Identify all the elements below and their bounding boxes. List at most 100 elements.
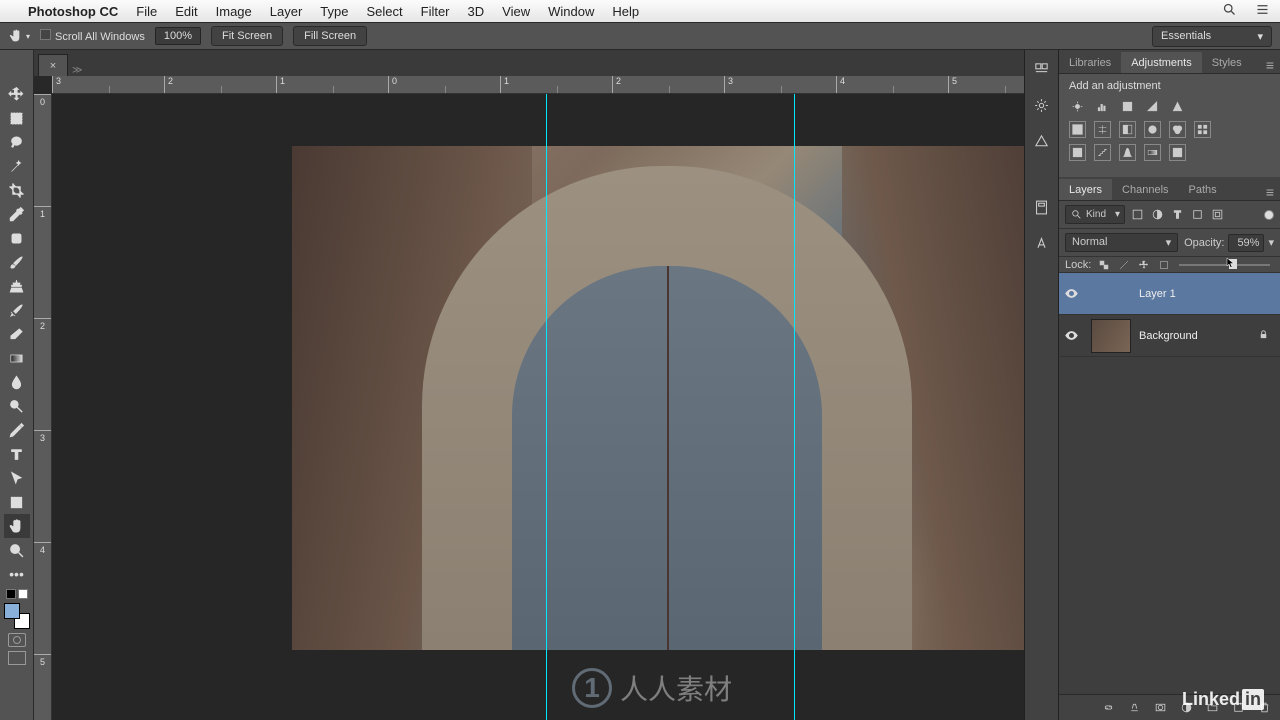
blur-tool[interactable] [4,370,30,394]
layers-panel-menu-icon[interactable]: ≡ [1260,184,1280,200]
filter-pixel-icon[interactable] [1129,207,1145,223]
menu-help[interactable]: Help [612,4,639,19]
foreground-background-swatch[interactable] [4,603,30,629]
type-tool[interactable] [4,442,30,466]
tab-paths[interactable]: Paths [1179,179,1227,200]
hand-tool-icon[interactable]: ▾ [8,25,30,47]
tab-styles[interactable]: Styles [1202,52,1252,73]
vibrance-icon[interactable] [1169,98,1186,115]
color-panel-icon[interactable] [1031,94,1053,116]
tab-channels[interactable]: Channels [1112,179,1178,200]
screen-mode-button[interactable] [8,651,26,665]
default-swap-colors[interactable] [5,586,29,599]
tab-layers[interactable]: Layers [1059,179,1112,200]
workspace-dropdown[interactable]: Essentials▾ [1152,26,1272,47]
layer-thumbnail[interactable] [1091,319,1131,353]
dodge-tool[interactable] [4,394,30,418]
menu-3d[interactable]: 3D [468,4,485,19]
menu-edit[interactable]: Edit [175,4,197,19]
document-canvas[interactable]: 1人人素材 [52,94,1024,720]
selective-color-icon[interactable] [1169,144,1186,161]
swatches-panel-icon[interactable] [1031,130,1053,152]
posterize-icon[interactable] [1094,144,1111,161]
menu-filter[interactable]: Filter [421,4,450,19]
crop-tool[interactable] [4,178,30,202]
layer-mask-icon[interactable] [1152,700,1168,716]
filter-type-icon[interactable] [1169,207,1185,223]
quick-mask-toggle[interactable] [8,633,26,647]
filter-toggle-switch[interactable] [1264,210,1274,220]
zoom-tool[interactable] [4,538,30,562]
color-lookup-icon[interactable] [1194,121,1211,138]
filter-shape-icon[interactable] [1189,207,1205,223]
menu-select[interactable]: Select [366,4,402,19]
lasso-tool[interactable] [4,130,30,154]
layer-style-icon[interactable] [1126,700,1142,716]
filter-kind-dropdown[interactable]: Kind▾ [1065,205,1125,224]
tab-libraries[interactable]: Libraries [1059,52,1121,73]
menu-view[interactable]: View [502,4,530,19]
history-brush-tool[interactable] [4,298,30,322]
tab-adjustments[interactable]: Adjustments [1121,52,1202,73]
curves-icon[interactable] [1119,98,1136,115]
channel-mixer-icon[interactable] [1169,121,1186,138]
app-name[interactable]: Photoshop CC [28,4,118,19]
filter-adjustment-icon[interactable] [1149,207,1165,223]
shape-tool[interactable] [4,490,30,514]
fit-screen-button[interactable]: Fit Screen [211,26,283,46]
layer-row-layer1[interactable]: Layer 1 [1059,273,1280,315]
menu-list-icon[interactable] [1255,2,1270,20]
invert-icon[interactable] [1069,144,1086,161]
layer-name[interactable]: Background [1139,330,1250,342]
history-panel-icon[interactable] [1031,58,1053,80]
levels-icon[interactable] [1094,98,1111,115]
properties-panel-icon[interactable] [1031,196,1053,218]
guide-vertical-right[interactable] [794,94,795,720]
menu-layer[interactable]: Layer [270,4,303,19]
menu-image[interactable]: Image [216,4,252,19]
menu-type[interactable]: Type [320,4,348,19]
magic-wand-tool[interactable] [4,154,30,178]
spotlight-icon[interactable] [1222,2,1237,20]
clone-stamp-tool[interactable] [4,274,30,298]
black-white-icon[interactable] [1119,121,1136,138]
path-selection-tool[interactable] [4,466,30,490]
opacity-value[interactable]: 59% [1228,234,1264,252]
panel-menu-icon[interactable]: ≡ [1260,57,1280,73]
move-tool[interactable] [4,82,30,106]
eyedropper-tool[interactable] [4,202,30,226]
tab-overflow-icon[interactable]: ≫ [72,65,82,76]
layer-name[interactable]: Layer 1 [1139,288,1272,300]
eraser-tool[interactable] [4,322,30,346]
filter-smart-icon[interactable] [1209,207,1225,223]
vertical-ruler[interactable]: 0123456 [34,94,52,720]
photo-filter-icon[interactable] [1144,121,1161,138]
lock-position-icon[interactable] [1137,258,1151,272]
menu-window[interactable]: Window [548,4,594,19]
edit-toolbar-button[interactable]: ••• [4,562,30,586]
character-panel-icon[interactable] [1031,232,1053,254]
lock-artboard-icon[interactable] [1157,258,1171,272]
scroll-all-checkbox[interactable]: Scroll All Windows [40,29,145,43]
link-layers-icon[interactable] [1100,700,1116,716]
brightness-contrast-icon[interactable] [1069,98,1086,115]
guide-vertical-left[interactable] [546,94,547,720]
zoom-level[interactable]: 100% [155,27,201,45]
fill-screen-button[interactable]: Fill Screen [293,26,367,46]
hue-sat-icon[interactable] [1069,121,1086,138]
brush-tool[interactable] [4,250,30,274]
layer-row-background[interactable]: Background [1059,315,1280,357]
visibility-toggle[interactable] [1059,328,1083,343]
visibility-toggle[interactable] [1059,286,1083,301]
horizontal-ruler[interactable]: 3210123456789 [52,76,1024,94]
gradient-map-icon[interactable] [1144,144,1161,161]
pen-tool[interactable] [4,418,30,442]
healing-brush-tool[interactable] [4,226,30,250]
document-tab-close[interactable]: × [38,54,68,76]
menu-file[interactable]: File [136,4,157,19]
marquee-tool[interactable] [4,106,30,130]
exposure-icon[interactable] [1144,98,1161,115]
gradient-tool[interactable] [4,346,30,370]
lock-pixels-icon[interactable] [1117,258,1131,272]
threshold-icon[interactable] [1119,144,1136,161]
